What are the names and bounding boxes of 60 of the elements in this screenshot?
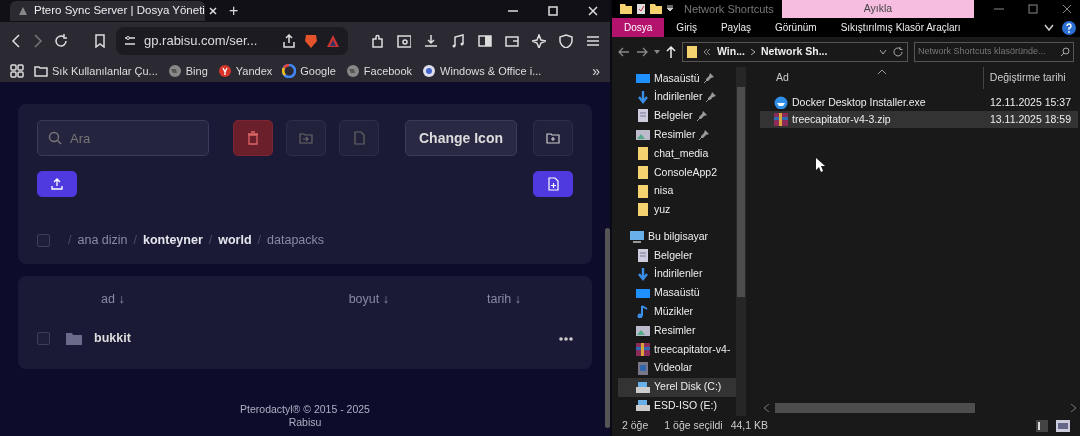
nav-item[interactable]: treecapitator-v4- — [618, 340, 736, 359]
ribbon-context-tab[interactable]: Ayıkla — [782, 0, 974, 18]
ribbon-tab[interactable]: Sıkıştırılmış Klasör Araçları — [828, 18, 973, 37]
bookmark-link[interactable]: Google — [282, 62, 336, 80]
breadcrumb-link[interactable]: ana dizin — [77, 231, 128, 250]
nav-item[interactable]: ESD-ISO (E:) — [618, 396, 736, 416]
status-text: 2 öğe — [622, 418, 649, 434]
breadcrumb-link[interactable]: datapacks — [267, 231, 325, 250]
nav-item[interactable]: Yerel Disk (C:) — [618, 377, 736, 397]
ribbon-tab[interactable]: Görünüm — [762, 18, 829, 37]
nav-item[interactable]: Bu bilgisayar — [618, 227, 736, 247]
column-header[interactable]: ad ↓ — [101, 289, 125, 306]
breadcrumb-link[interactable]: world — [218, 231, 252, 250]
breadcrumb-link[interactable]: konteyner — [143, 231, 203, 250]
nav-item[interactable]: İndirilenler — [618, 87, 736, 107]
file-row[interactable]: Docker Desktop Installer.exe 12.11.2025 15:37 — [760, 94, 1078, 111]
file-row[interactable]: treecapitator-v4-3.zip 13.11.2025 18:59 — [760, 111, 1078, 128]
nav-item[interactable]: Masaüstü — [618, 283, 736, 303]
breadcrumb-separator: / — [208, 232, 213, 249]
nav-item[interactable]: Videolar — [618, 358, 736, 378]
nav-item[interactable]: chat_media — [618, 144, 736, 163]
bookmark-link[interactable]: Windows & Office i... — [422, 62, 542, 80]
column-header[interactable]: boyut ↓ — [348, 289, 389, 306]
status-text: 1 öğe seçildi — [664, 418, 723, 434]
change-icon-button[interactable]: Change Icon — [405, 120, 517, 156]
nav-item[interactable]: nisa — [618, 181, 736, 201]
bookmark-link[interactable]: Yandex — [217, 62, 273, 80]
browser-tab[interactable]: Ptero Sync Server | Dosya Yöneti — [10, 1, 205, 21]
breadcrumb-separator: / — [68, 232, 72, 249]
file-name[interactable]: bukkit — [94, 329, 131, 349]
ribbon-tab[interactable]: Giriş — [664, 18, 709, 37]
search-field[interactable]: Ara — [37, 120, 209, 156]
footer-text: Pterodactyl® © 2015 - 2025 — [240, 402, 370, 417]
nav-item[interactable]: Belgeler — [618, 106, 736, 126]
breadcrumb-separator: / — [133, 232, 137, 249]
bookmark-link[interactable]: Bing — [167, 62, 208, 80]
nav-item[interactable]: Müzikler — [618, 302, 736, 322]
nav-item[interactable]: Resimler — [618, 321, 736, 341]
status-text: 44,1 KB — [730, 418, 769, 434]
bookmark-link[interactable]: Facebook — [345, 62, 413, 80]
footer-text: Rabisu — [288, 416, 322, 431]
address-bar[interactable]: gp.rabisu.com/ser... — [116, 27, 348, 55]
column-header[interactable]: tarih ↓ — [486, 289, 521, 306]
new-tab-button[interactable]: + — [225, 0, 243, 23]
nav-item[interactable]: ConsoleApp2 — [618, 163, 736, 182]
nav-item[interactable]: Belgeler — [618, 246, 736, 265]
nav-item[interactable]: yuz — [618, 200, 736, 220]
bookmark-link[interactable]: Sık Kullanılanlar Çu... — [34, 62, 158, 80]
ribbon-tab[interactable]: Dosya — [612, 18, 665, 37]
nav-item[interactable]: İndirilenler — [618, 264, 736, 284]
window-title: Network Shortcuts — [684, 1, 774, 17]
address-field[interactable]: Win... Network Sh... — [682, 42, 908, 62]
nav-item[interactable]: Resimler — [618, 125, 736, 145]
breadcrumb-separator: / — [257, 232, 262, 249]
ribbon-tab[interactable]: Paylaş — [708, 18, 763, 37]
column-header[interactable]: Değiştirme tarihi — [982, 67, 1066, 89]
more-bookmarks-button[interactable]: » — [592, 60, 600, 82]
search-field[interactable]: Network Shortcuts klasöründe... — [914, 42, 1074, 62]
column-header[interactable]: Ad — [776, 70, 789, 86]
nav-item[interactable]: Masaüstü — [618, 69, 736, 88]
